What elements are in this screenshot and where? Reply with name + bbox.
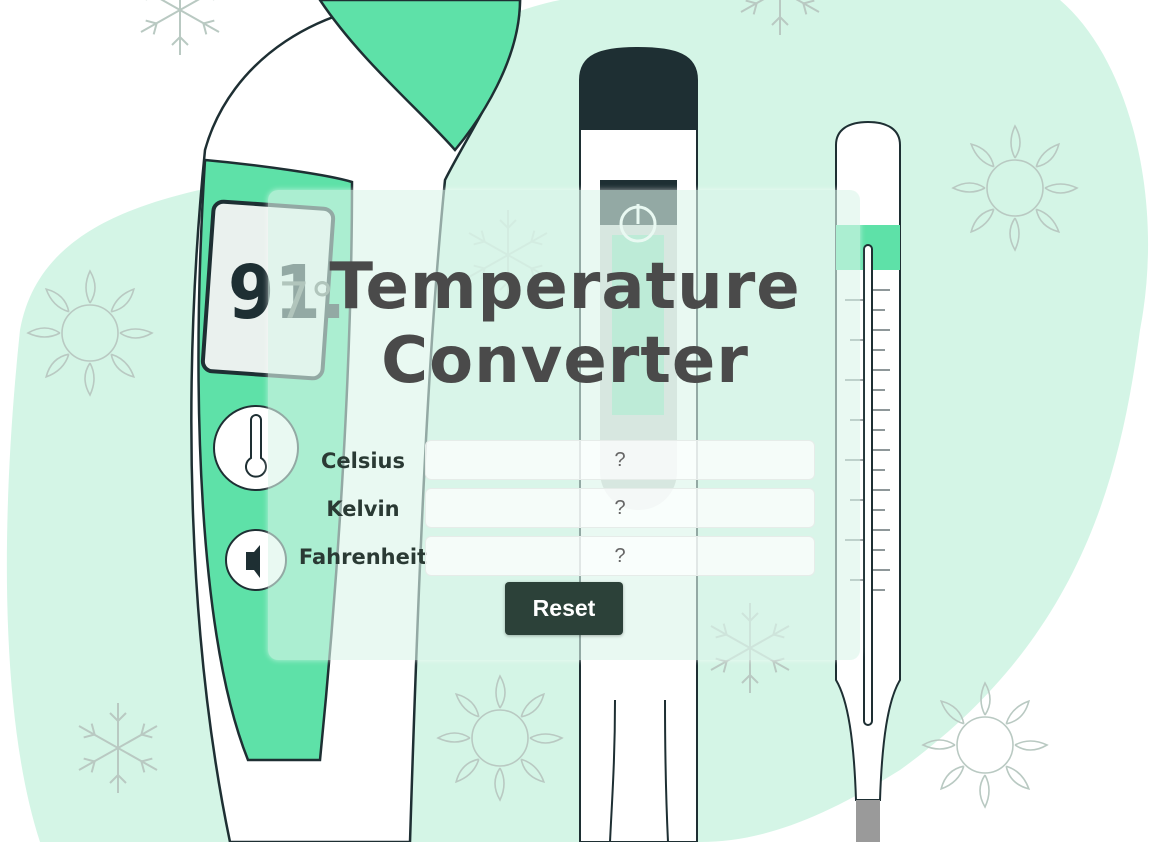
title-line-1: Temperature bbox=[329, 250, 801, 324]
kelvin-row: Kelvin bbox=[268, 488, 828, 530]
page-title: Temperature Converter bbox=[0, 250, 1130, 398]
celsius-row: Celsius bbox=[268, 440, 828, 482]
title-line-2: Converter bbox=[381, 324, 749, 398]
celsius-input[interactable] bbox=[425, 440, 815, 480]
fahrenheit-row: Fahrenheit bbox=[268, 536, 828, 578]
kelvin-input[interactable] bbox=[425, 488, 815, 528]
reset-button[interactable]: Reset bbox=[505, 582, 623, 635]
fahrenheit-input[interactable] bbox=[425, 536, 815, 576]
